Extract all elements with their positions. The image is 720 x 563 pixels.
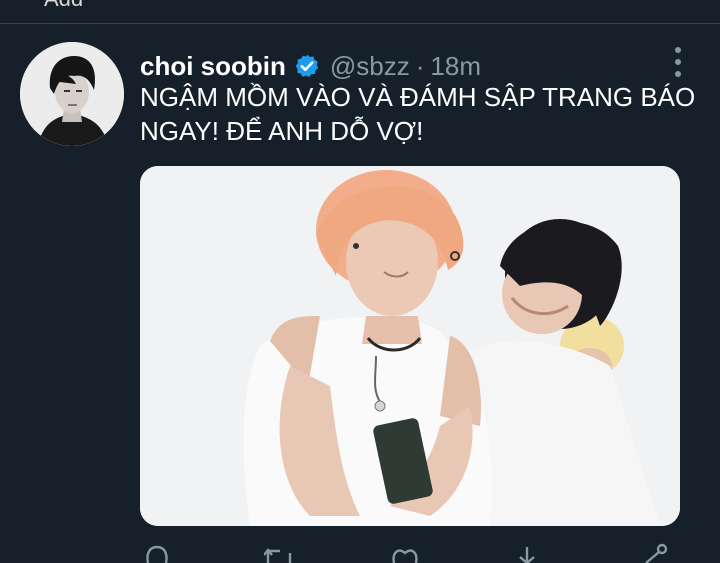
avatar[interactable] xyxy=(20,42,124,146)
media-photo xyxy=(140,166,680,526)
avatar-image xyxy=(20,42,124,146)
tweet-media[interactable] xyxy=(140,166,680,526)
tweet-header: choi soobin @sbzz · 18m xyxy=(140,48,481,84)
handle[interactable]: @sbzz xyxy=(330,51,410,82)
like-icon[interactable] xyxy=(390,543,420,563)
timestamp[interactable]: 18m xyxy=(430,51,481,82)
download-icon[interactable] xyxy=(512,543,542,563)
retweet-icon[interactable] xyxy=(264,543,294,563)
display-name[interactable]: choi soobin xyxy=(140,51,286,82)
tweet-text: NGẬM MỒM VÀO VÀ ĐÁMH SẬP TRANG BÁO NGAY!… xyxy=(140,82,696,146)
separator: · xyxy=(415,50,425,81)
add-label[interactable]: Add xyxy=(44,0,83,12)
tweet[interactable]: choi soobin @sbzz · 18m NGẬM MỒM VÀO VÀ … xyxy=(0,25,720,563)
more-dot xyxy=(675,47,681,53)
more-options-icon[interactable] xyxy=(668,47,688,77)
top-bar: Add xyxy=(0,0,720,24)
reply-icon[interactable] xyxy=(142,543,172,563)
more-dot xyxy=(675,71,681,77)
more-dot xyxy=(675,59,681,65)
verified-badge-icon xyxy=(295,54,319,78)
share-icon[interactable] xyxy=(640,543,670,563)
tweet-actions xyxy=(140,543,680,563)
